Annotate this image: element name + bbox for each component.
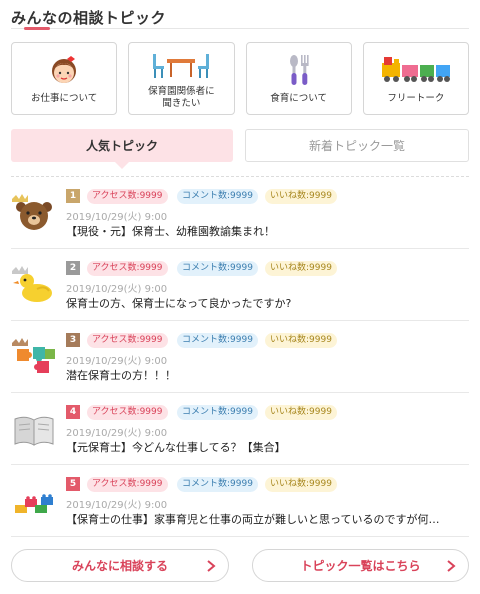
comment-count-badge: コメント数:9999: [177, 405, 258, 420]
like-count-badge: いいね数:9999: [265, 477, 337, 492]
access-count-badge: アクセス数:9999: [87, 333, 168, 348]
title-divider: [11, 28, 469, 29]
book-icon: [11, 403, 57, 449]
like-count-badge: いいね数:9999: [265, 405, 337, 420]
topic-row[interactable]: 3 アクセス数:9999 コメント数:9999 いいね数:9999 2019/1…: [11, 321, 469, 393]
like-count-badge: いいね数:9999: [265, 189, 337, 204]
consult-button-label: みんなに相談する: [71, 559, 168, 573]
comment-count-badge: コメント数:9999: [177, 477, 258, 492]
comment-count-badge: コメント数:9999: [177, 333, 258, 348]
topic-date: 2019/10/29(火) 9:00: [66, 212, 168, 223]
topic-date: 2019/10/29(火) 9:00: [66, 356, 168, 367]
access-count-badge: アクセス数:9999: [87, 189, 168, 204]
chevron-right-icon: [207, 560, 216, 572]
category-label: お仕事について: [31, 93, 98, 104]
access-count-badge: アクセス数:9999: [87, 261, 168, 276]
spoon-fork-icon: [284, 51, 314, 89]
topic-tabs: 人気トピック 新着トピック一覧: [11, 129, 469, 169]
blocks-icon: [11, 475, 57, 521]
topic-row[interactable]: 1 アクセス数:9999 コメント数:9999 いいね数:9999 2019/1…: [11, 177, 469, 249]
rank-badge: 1: [66, 189, 80, 203]
topic-title[interactable]: 保育士の方、保育士になって良かったですか?: [66, 295, 466, 311]
category-free-talk[interactable]: フリートーク: [362, 42, 469, 115]
table-chairs-icon: [151, 48, 211, 82]
category-nursery-staff[interactable]: 保育園関係者に 聞きたい: [128, 42, 235, 115]
rank-badge: 3: [66, 333, 80, 347]
topic-date: 2019/10/29(火) 9:00: [66, 284, 168, 295]
access-count-badge: アクセス数:9999: [87, 477, 168, 492]
category-label: 保育園関係者に 聞きたい: [148, 86, 215, 109]
topic-title[interactable]: 【保育士の仕事】家事育児と仕事の両立が難しいと思っているのですが何…: [66, 511, 466, 527]
rank-badge: 2: [66, 261, 80, 275]
girl-face-icon: [47, 51, 81, 89]
access-count-badge: アクセス数:9999: [87, 405, 168, 420]
topic-title[interactable]: 【元保育士】今どんな仕事してる？【集合】: [66, 439, 466, 455]
topic-title[interactable]: 潜在保育士の方！！！: [66, 367, 466, 383]
rank-badge: 5: [66, 477, 80, 491]
topic-row[interactable]: 2 アクセス数:9999 コメント数:9999 いいね数:9999 2019/1…: [11, 249, 469, 321]
topic-title[interactable]: 【現役・元】保育士、幼稚園教諭集まれ！: [66, 223, 466, 239]
topic-date: 2019/10/29(火) 9:00: [66, 500, 168, 511]
topic-row[interactable]: 5 アクセス数:9999 コメント数:9999 いいね数:9999 2019/1…: [11, 465, 469, 537]
category-food-education[interactable]: 食育について: [245, 42, 352, 115]
category-work[interactable]: お仕事について: [11, 42, 118, 115]
duck-icon: [11, 259, 57, 305]
bear-icon: [11, 187, 57, 233]
category-label: フリートーク: [387, 93, 445, 104]
tab-new-topics[interactable]: 新着トピック一覧: [245, 129, 469, 162]
section-title: みんなの相談トピック: [11, 9, 167, 27]
toy-train-icon: [380, 51, 452, 89]
like-count-badge: いいね数:9999: [265, 333, 337, 348]
tab-popular-topics[interactable]: 人気トピック: [11, 129, 233, 169]
topic-date: 2019/10/29(火) 9:00: [66, 428, 168, 439]
rank-badge: 4: [66, 405, 80, 419]
comment-count-badge: コメント数:9999: [177, 261, 258, 276]
comment-count-badge: コメント数:9999: [177, 189, 258, 204]
puzzle-icon: [11, 331, 57, 377]
topic-row[interactable]: 4 アクセス数:9999 コメント数:9999 いいね数:9999 2019/1…: [11, 393, 469, 465]
like-count-badge: いいね数:9999: [265, 261, 337, 276]
title-accent-bar: [24, 27, 50, 30]
consult-everyone-button[interactable]: みんなに相談する: [11, 549, 229, 582]
topic-list-button[interactable]: トピック一覧はこちら: [252, 549, 469, 582]
category-label: 食育について: [270, 93, 327, 104]
topic-list-button-label: トピック一覧はこちら: [300, 559, 421, 573]
category-grid: お仕事について 保育園関係者に 聞きたい 食育について フリートーク: [11, 42, 469, 115]
chevron-right-icon: [447, 560, 456, 572]
